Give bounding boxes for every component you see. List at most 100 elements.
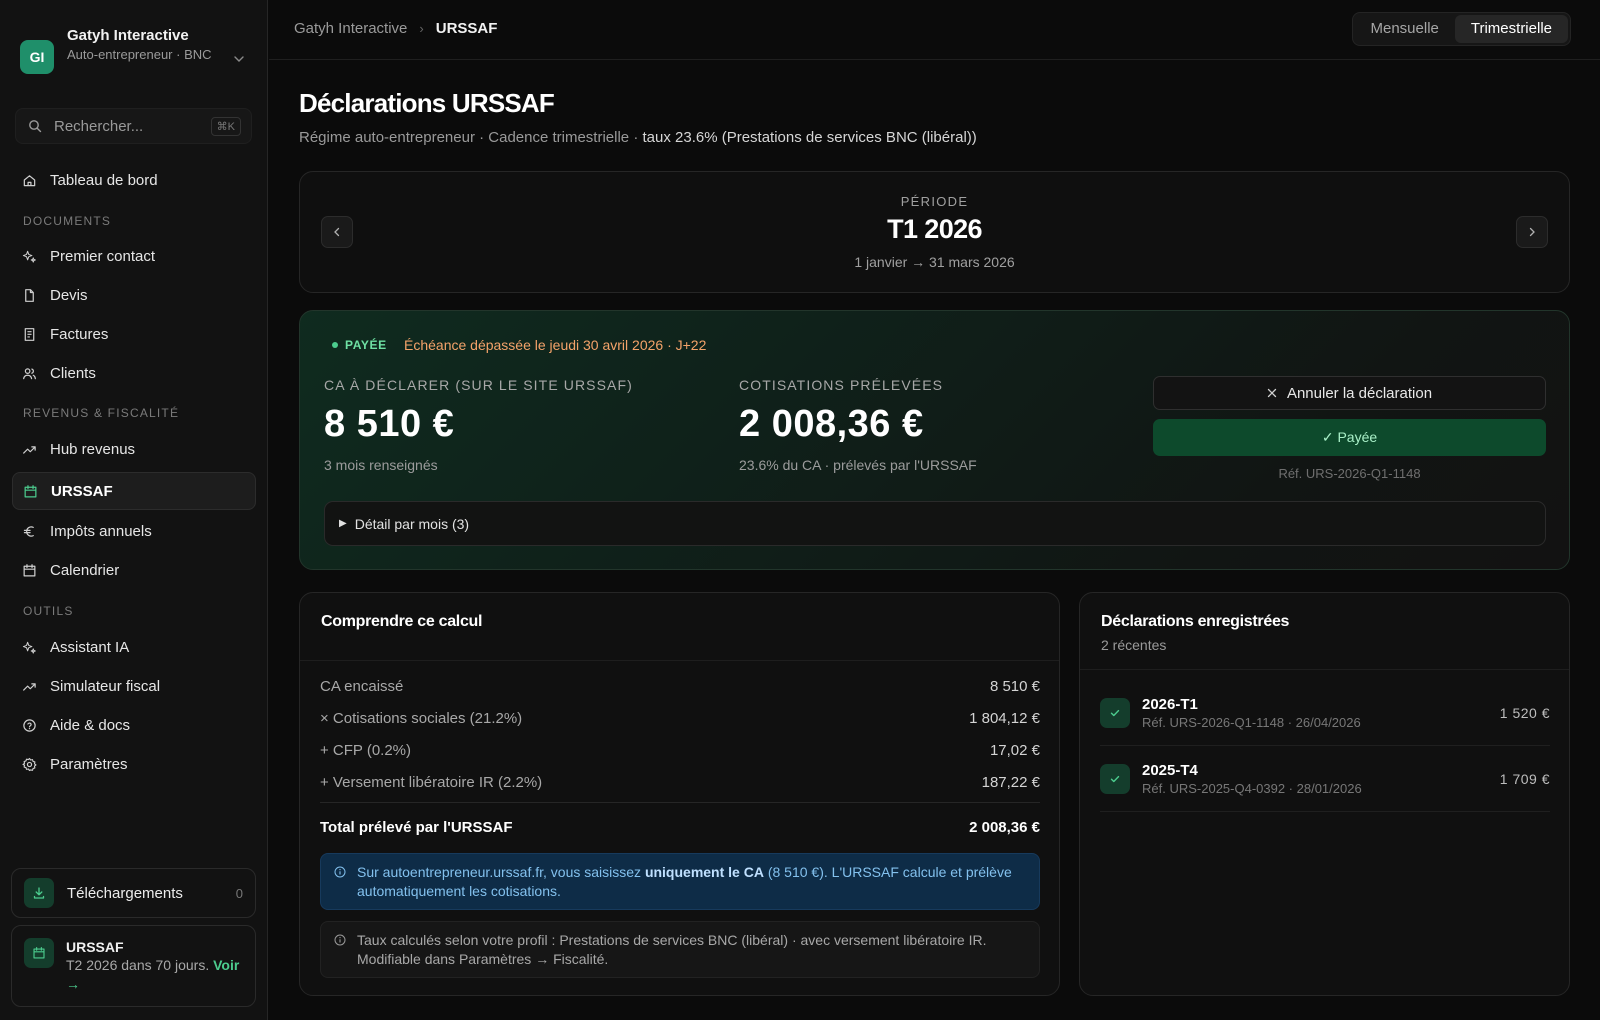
- cadence-quarterly-option[interactable]: Trimestrielle: [1454, 15, 1568, 43]
- help-circle-icon: [23, 718, 36, 732]
- trending-up-icon: [23, 682, 36, 691]
- downloads-label: Téléchargements: [67, 884, 183, 902]
- search-input[interactable]: [54, 117, 194, 135]
- declaration-row[interactable]: 2025-T4 Réf. URS-2025-Q4-0392 · 28/01/20…: [1100, 746, 1550, 812]
- period-label: PÉRIODE: [900, 194, 969, 209]
- info-icon: [334, 934, 346, 946]
- close-icon: [1267, 388, 1277, 398]
- sparkles-icon: [22, 641, 36, 654]
- ca-value: 8 510 €: [324, 403, 455, 445]
- calc-total: Total prélevé par l'URSSAF 2 008,36 €: [320, 819, 1040, 836]
- triangle-right-icon: ▶: [339, 518, 347, 529]
- info-callout: Sur autoentrepreneur.urssaf.fr, vous sai…: [320, 853, 1040, 910]
- period-selector: PÉRIODE T1 2026 1 janvier → 31 mars 2026: [299, 171, 1570, 293]
- calc-row: + Versement libératoire IR (2.2%) 187,22 …: [320, 774, 1040, 791]
- chevron-right-icon: [1529, 227, 1535, 237]
- page-title: Déclarations URSSAF: [299, 88, 555, 118]
- users-icon: [23, 367, 36, 379]
- org-subtitle: Auto-entrepreneur · BNC: [67, 47, 212, 62]
- sidebar-item-label: Clients: [50, 364, 96, 382]
- due-date-warning: Échéance dépassée le jeudi 30 avril 2026…: [404, 337, 707, 353]
- sidebar-item-label: Impôts annuels: [50, 522, 152, 540]
- ca-label: CA À DÉCLARER (SUR LE SITE URSSAF): [324, 377, 633, 393]
- sidebar-item-factures[interactable]: Factures: [12, 315, 256, 353]
- sidebar-item-urssaf[interactable]: URSSAF: [12, 472, 256, 510]
- cotisations-value: 2 008,36 €: [739, 403, 924, 445]
- trending-up-icon: [23, 445, 36, 454]
- declarations-panel: Déclarations enregistrées 2 récentes 202…: [1079, 592, 1570, 996]
- page-subtitle-text: Régime auto-entrepreneur · Cadence trime…: [299, 129, 643, 146]
- sidebar-item-aide[interactable]: Aide & docs: [12, 706, 256, 744]
- cadence-monthly-option[interactable]: Mensuelle: [1355, 15, 1455, 43]
- sidebar-item-dashboard[interactable]: Tableau de bord: [12, 161, 256, 199]
- declaration-name: 2026-T1: [1142, 695, 1198, 713]
- calendar-icon: [24, 938, 54, 968]
- sidebar-item-label: Assistant IA: [50, 638, 130, 656]
- breadcrumb-parent[interactable]: Gatyh Interactive: [294, 20, 407, 37]
- page-subtitle: Régime auto-entrepreneur · Cadence trime…: [299, 129, 977, 146]
- rates-note: Taux calculés selon votre profil : Prest…: [320, 921, 1040, 978]
- sidebar-item-assistant-ia[interactable]: Assistant IA: [12, 628, 256, 666]
- breadcrumb-current: URSSAF: [435, 20, 498, 37]
- org-switcher[interactable]: GI Gatyh Interactive Auto-entrepreneur ·…: [20, 22, 252, 74]
- sidebar-item-label: URSSAF: [51, 482, 113, 500]
- cadence-toggle: Mensuelle Trimestrielle: [1351, 12, 1571, 46]
- search-shortcut: ⌘K: [210, 116, 241, 136]
- check-icon: [1100, 763, 1130, 794]
- declarations-subtitle: 2 récentes: [1101, 637, 1167, 653]
- search-box[interactable]: ⌘K: [15, 108, 252, 144]
- status-dot: [332, 342, 338, 348]
- sidebar-item-premier-contact[interactable]: Premier contact: [12, 237, 256, 275]
- search-icon: [29, 120, 42, 133]
- declaration-reference: Réf. URS-2026-Q1-1148: [1278, 466, 1421, 481]
- breadcrumb-separator: ›: [419, 21, 424, 36]
- declaration-status-card: PAYÉE Échéance dépassée le jeudi 30 avri…: [299, 310, 1570, 570]
- org-logo: GI: [20, 40, 54, 74]
- calendar-icon: [23, 563, 36, 576]
- sidebar-section-documents: DOCUMENTS: [23, 214, 112, 228]
- sidebar-section-outils: OUTILS: [23, 604, 74, 618]
- sidebar-item-label: Factures: [50, 325, 109, 343]
- sidebar-item-devis[interactable]: Devis: [12, 276, 256, 314]
- calc-row: × Cotisations sociales (21.2%) 1 804,12 €: [320, 710, 1040, 727]
- monthly-detail-toggle[interactable]: ▶ Détail par mois (3): [324, 501, 1546, 546]
- sidebar-item-impots[interactable]: Impôts annuels: [12, 512, 256, 550]
- downloads-count: 0: [235, 885, 243, 901]
- sidebar-item-simulateur[interactable]: Simulateur fiscal: [12, 667, 256, 705]
- declaration-amount: 1 709 €: [1499, 770, 1550, 787]
- cancel-declaration-button[interactable]: Annuler la déclaration: [1153, 376, 1546, 410]
- top-bar: Gatyh Interactive › URSSAF Mensuelle Tri…: [269, 0, 1600, 60]
- sidebar-item-label: Devis: [50, 286, 88, 304]
- downloads-button[interactable]: Téléchargements 0: [11, 868, 256, 918]
- file-icon: [25, 288, 34, 302]
- download-icon: [24, 878, 54, 908]
- cotisations-label: COTISATIONS PRÉLEVÉES: [739, 377, 944, 393]
- sidebar-item-label: Premier contact: [50, 247, 156, 265]
- period-range: 1 janvier → 31 mars 2026: [854, 254, 1015, 270]
- sparkles-icon: [22, 250, 36, 263]
- calendar-icon: [24, 484, 37, 497]
- calc-row: + CFP (0.2%) 17,02 €: [320, 742, 1040, 759]
- chevron-down-icon: [234, 56, 244, 62]
- info-icon: [334, 866, 346, 878]
- declaration-row[interactable]: 2026-T1 Réf. URS-2026-Q1-1148 · 26/04/20…: [1100, 680, 1550, 746]
- sidebar-item-clients[interactable]: Clients: [12, 354, 256, 392]
- next-period-button[interactable]: [1516, 216, 1548, 248]
- sidebar-item-label: Aide & docs: [50, 716, 131, 734]
- status-badge: PAYÉE: [332, 338, 387, 352]
- declarations-title: Déclarations enregistrées: [1101, 613, 1290, 630]
- sidebar-item-label: Tableau de bord: [50, 171, 158, 189]
- paid-button[interactable]: ✓ Payée: [1153, 419, 1546, 456]
- sidebar-item-label: Calendrier: [50, 561, 120, 579]
- sidebar-section-revenus: REVENUS & FISCALITÉ: [23, 406, 180, 420]
- reminder-text: T2 2026 dans 70 jours.: [66, 957, 210, 973]
- sidebar-item-label: Hub revenus: [50, 440, 136, 458]
- sidebar-item-calendrier[interactable]: Calendrier: [12, 551, 256, 589]
- sidebar-item-parametres[interactable]: Paramètres: [12, 745, 256, 783]
- receipt-icon: [24, 327, 35, 341]
- urssaf-reminder-card: URSSAF T2 2026 dans 70 jours. Voir →: [11, 925, 256, 1007]
- sidebar-item-label: Paramètres: [50, 755, 128, 773]
- calc-row: CA encaissé 8 510 €: [320, 678, 1040, 695]
- home-icon: [23, 174, 36, 186]
- sidebar-item-hub-revenus[interactable]: Hub revenus: [12, 430, 256, 468]
